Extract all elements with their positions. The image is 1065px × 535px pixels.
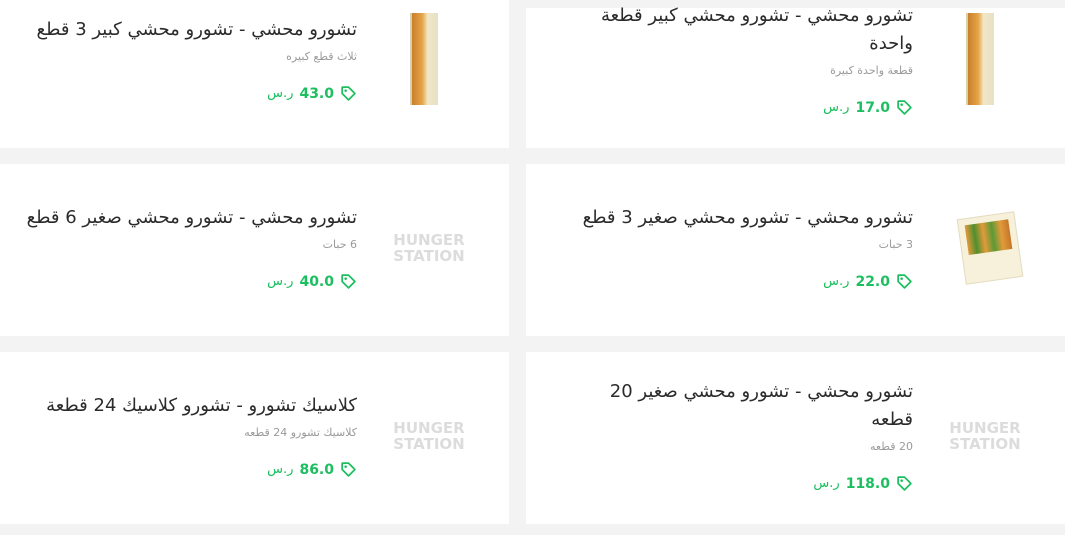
item-image-placeholder: HUNGER STATION — [940, 390, 1030, 482]
price-tag-icon — [897, 100, 912, 115]
item-price: 86.0 ر.س — [267, 461, 357, 478]
currency-label: ر.س — [267, 86, 294, 101]
hunger-station-logo: HUNGER STATION — [949, 419, 1021, 453]
item-title: تشورو محشي - تشورو محشي صغير 3 قطع — [582, 207, 913, 228]
hunger-station-logo: HUNGER STATION — [393, 231, 465, 265]
price-tag-icon — [341, 462, 356, 477]
menu-item-card[interactable]: تشورو محشي - تشورو محشي كبير 3 قطع ثلاث … — [0, 0, 509, 148]
item-price: 17.0 ر.س — [823, 99, 913, 116]
item-description: 6 حبات — [322, 238, 357, 251]
currency-label: ر.س — [267, 274, 294, 289]
price-tag-icon — [897, 476, 912, 491]
item-image — [935, 13, 1025, 105]
item-image-placeholder: HUNGER STATION — [384, 390, 474, 482]
item-image — [945, 202, 1035, 294]
item-title: تشورو محشي - تشورو محشي صغير 20 قطعه — [609, 381, 913, 430]
item-price: 22.0 ر.س — [823, 273, 913, 290]
menu-item-card[interactable]: تشورو محشي - تشورو محشي صغير 20 قطعه 20 … — [526, 352, 1065, 524]
price-value: 43.0 — [299, 85, 334, 102]
price-value: 86.0 — [299, 461, 334, 478]
currency-label: ر.س — [823, 274, 850, 289]
item-price: 43.0 ر.س — [267, 85, 357, 102]
item-description: 3 حبات — [878, 238, 913, 251]
currency-label: ر.س — [813, 476, 840, 491]
item-image — [379, 13, 469, 105]
hunger-station-logo: HUNGER STATION — [393, 419, 465, 453]
currency-label: ر.س — [823, 100, 850, 115]
item-price: 118.0 ر.س — [813, 475, 913, 492]
price-value: 118.0 — [845, 475, 890, 492]
currency-label: ر.س — [267, 462, 294, 477]
item-title: تشورو محشي - تشورو محشي صغير 6 قطع — [26, 207, 357, 228]
item-title: كلاسيك تشورو - تشورو كلاسيك 24 قطعة — [46, 395, 357, 416]
menu-item-card[interactable]: تشورو محشي - تشورو محشي كبير قطعة واحدة … — [526, 5, 1065, 148]
item-description: كلاسيك تشورو 24 قطعه — [244, 426, 357, 439]
item-title: تشورو محشي - تشورو محشي كبير 3 قطع — [36, 19, 357, 40]
price-tag-icon — [897, 274, 912, 289]
price-tag-icon — [341, 274, 356, 289]
price-value: 22.0 — [855, 273, 890, 290]
item-description: ثلاث قطع كبيره — [286, 50, 357, 63]
price-tag-icon — [341, 86, 356, 101]
menu-item-card[interactable]: كلاسيك تشورو - تشورو كلاسيك 24 قطعة كلاس… — [0, 352, 509, 524]
item-title: تشورو محشي - تشورو محشي كبير قطعة واحدة — [600, 5, 913, 54]
item-description: قطعة واحدة كبيرة — [830, 64, 913, 77]
item-price: 40.0 ر.س — [267, 273, 357, 290]
price-value: 17.0 — [855, 99, 890, 116]
item-description: 20 قطعه — [870, 440, 913, 453]
menu-item-card[interactable]: تشورو محشي - تشورو محشي صغير 6 قطع 6 حبا… — [0, 164, 509, 336]
menu-item-card[interactable]: تشورو محشي - تشورو محشي صغير 3 قطع 3 حبا… — [526, 164, 1065, 336]
item-image-placeholder: HUNGER STATION — [384, 202, 474, 294]
price-value: 40.0 — [299, 273, 334, 290]
